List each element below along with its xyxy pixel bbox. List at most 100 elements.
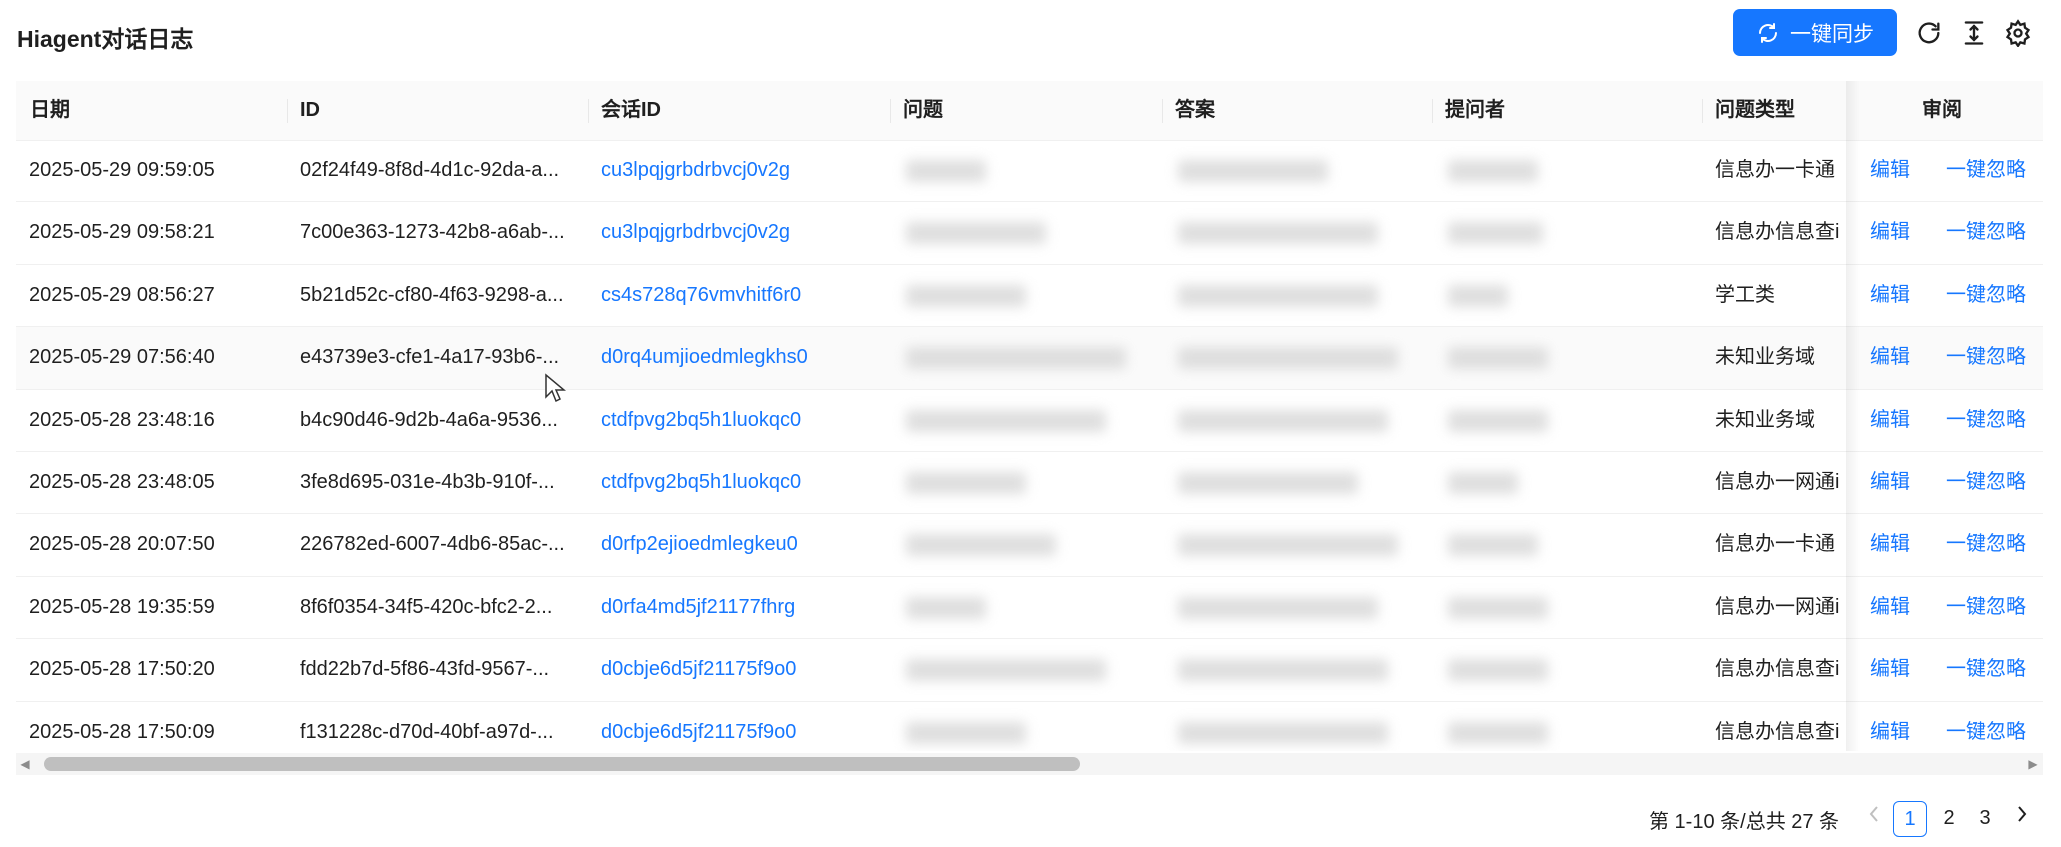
page-button-1[interactable]: 1 xyxy=(1893,801,1927,837)
cell-answer-redacted xyxy=(1178,409,1388,432)
ignore-link[interactable]: 一键忽略 xyxy=(1946,327,2026,388)
cell-answer-redacted xyxy=(1178,347,1398,370)
cell-session-id-link[interactable]: d0rfa4md5jf21177fhrg xyxy=(601,577,881,638)
table-row[interactable]: 2025-05-29 08:56:27 5b21d52c-cf80-4f63-9… xyxy=(16,265,2043,328)
table-row[interactable]: 2025-05-28 19:35:59 8f6f0354-34f5-420c-b… xyxy=(16,577,2043,640)
cell-date: 2025-05-29 07:56:40 xyxy=(29,346,215,369)
cell-asker-redacted xyxy=(1448,222,1543,245)
cell-date: 2025-05-28 20:07:50 xyxy=(29,533,215,556)
cell-question-redacted xyxy=(906,222,1046,245)
table-row[interactable]: 2025-05-29 09:59:05 02f24f49-8f8d-4d1c-9… xyxy=(16,140,2043,203)
cell-session-id-link[interactable]: d0rfp2ejioedmlegkeu0 xyxy=(601,514,881,575)
ignore-link[interactable]: 一键忽略 xyxy=(1946,202,2026,263)
cell-answer-redacted xyxy=(1178,721,1388,744)
edit-link[interactable]: 编辑 xyxy=(1870,202,1910,263)
column-header-date[interactable]: 日期 xyxy=(30,81,70,140)
cell-session-id-link[interactable]: cs4s728q76vmvhitf6r0 xyxy=(601,265,881,326)
cell-session-id-link[interactable]: cu3lpqjgrbdrbvcj0v2g xyxy=(601,140,881,201)
scroll-left-icon[interactable]: ◀ xyxy=(18,756,32,772)
column-header-id[interactable]: ID xyxy=(300,81,320,140)
cell-question-redacted xyxy=(906,160,986,182)
column-header-answer[interactable]: 答案 xyxy=(1175,81,1215,140)
scroll-right-icon[interactable]: ▶ xyxy=(2026,756,2040,772)
pagination-total: 第 1-10 条/总共 27 条 xyxy=(1649,811,1840,833)
cell-question-type: 学工类 xyxy=(1715,283,1775,306)
cell-date: 2025-05-28 23:48:16 xyxy=(29,408,215,431)
cell-answer-redacted xyxy=(1178,160,1328,182)
column-divider xyxy=(1432,99,1433,123)
edit-link[interactable]: 编辑 xyxy=(1870,265,1910,326)
prev-page-button[interactable] xyxy=(1863,801,1885,835)
fixed-column-shadow xyxy=(1846,81,1860,751)
column-header-review: 审阅 xyxy=(1922,99,1962,121)
column-header-asker[interactable]: 提问者 xyxy=(1445,81,1505,140)
column-divider xyxy=(1162,99,1163,123)
ignore-link[interactable]: 一键忽略 xyxy=(1946,390,2026,451)
cell-asker-redacted xyxy=(1448,596,1548,619)
cell-date: 2025-05-28 17:50:20 xyxy=(29,658,215,681)
edit-link[interactable]: 编辑 xyxy=(1870,639,1910,700)
column-divider xyxy=(287,99,288,123)
edit-link[interactable]: 编辑 xyxy=(1870,702,1910,751)
column-header-question-type[interactable]: 问题类型 xyxy=(1715,81,1795,140)
reload-button[interactable] xyxy=(1914,18,1944,48)
cell-id: 226782ed-6007-4db6-85ac-... xyxy=(300,533,565,556)
ignore-link[interactable]: 一键忽略 xyxy=(1946,452,2026,513)
edit-link[interactable]: 编辑 xyxy=(1870,452,1910,513)
table-row[interactable]: 2025-05-28 23:48:16 b4c90d46-9d2b-4a6a-9… xyxy=(16,390,2043,452)
cell-id: 7c00e363-1273-42b8-a6ab-... xyxy=(300,221,565,244)
settings-button[interactable] xyxy=(2003,18,2033,48)
table-header: 日期 ID 会话ID 问题 答案 提问者 问题类型 审阅 xyxy=(16,81,2043,141)
cell-answer-redacted xyxy=(1178,471,1358,494)
ignore-link[interactable]: 一键忽略 xyxy=(1946,577,2026,638)
cell-session-id-link[interactable]: d0cbje6d5jf21175f9o0 xyxy=(601,639,881,700)
cell-question-redacted xyxy=(906,284,1026,307)
cell-answer-redacted xyxy=(1178,284,1378,307)
table-row[interactable]: 2025-05-28 17:50:20 fdd22b7d-5f86-43fd-9… xyxy=(16,639,2043,702)
cell-asker-redacted xyxy=(1448,659,1548,682)
edit-link[interactable]: 编辑 xyxy=(1870,390,1910,451)
cell-id: 02f24f49-8f8d-4d1c-92da-a... xyxy=(300,159,560,181)
table-row[interactable]: 2025-05-28 20:07:50 226782ed-6007-4db6-8… xyxy=(16,514,2043,577)
cell-question-redacted xyxy=(906,471,1026,494)
cell-asker-redacted xyxy=(1448,284,1508,307)
reload-icon xyxy=(1918,22,1940,44)
ignore-link[interactable]: 一键忽略 xyxy=(1946,514,2026,575)
table-row[interactable]: 2025-05-29 09:58:21 7c00e363-1273-42b8-a… xyxy=(16,202,2043,265)
ignore-link[interactable]: 一键忽略 xyxy=(1946,639,2026,700)
cell-id: f131228c-d70d-40bf-a97d-... xyxy=(300,720,554,743)
page-button-2[interactable]: 2 xyxy=(1933,801,1965,835)
density-button[interactable] xyxy=(1959,18,1989,48)
ignore-link[interactable]: 一键忽略 xyxy=(1946,140,2026,201)
cell-asker-redacted xyxy=(1448,721,1548,744)
cell-id: fdd22b7d-5f86-43fd-9567-... xyxy=(300,658,550,681)
scrollbar-thumb[interactable] xyxy=(44,757,1080,771)
cell-answer-redacted xyxy=(1178,534,1398,557)
edit-link[interactable]: 编辑 xyxy=(1870,514,1910,575)
table-row[interactable]: 2025-05-28 17:50:09 f131228c-d70d-40bf-a… xyxy=(16,702,2043,751)
page-button-3[interactable]: 3 xyxy=(1969,801,2001,835)
cell-date: 2025-05-29 08:56:27 xyxy=(29,283,215,306)
cell-session-id-link[interactable]: d0rq4umjioedmlegkhs0 xyxy=(601,327,881,388)
ignore-link[interactable]: 一键忽略 xyxy=(1946,265,2026,326)
table-row[interactable]: 2025-05-28 23:48:05 3fe8d695-031e-4b3b-9… xyxy=(16,452,2043,515)
horizontal-scrollbar[interactable]: ◀ ▶ xyxy=(16,753,2043,775)
edit-link[interactable]: 编辑 xyxy=(1870,577,1910,638)
cell-session-id-link[interactable]: d0cbje6d5jf21175f9o0 xyxy=(601,702,881,751)
ignore-link[interactable]: 一键忽略 xyxy=(1946,702,2026,751)
cell-session-id-link[interactable]: ctdfpvg2bq5h1luokqc0 xyxy=(601,390,881,451)
chevron-right-icon xyxy=(2018,806,2027,822)
column-header-session-id[interactable]: 会话ID xyxy=(601,81,661,140)
table-row[interactable]: 2025-05-29 07:56:40 e43739e3-cfe1-4a17-9… xyxy=(16,327,2043,390)
edit-link[interactable]: 编辑 xyxy=(1870,140,1910,201)
edit-link[interactable]: 编辑 xyxy=(1870,327,1910,388)
cell-session-id-link[interactable]: ctdfpvg2bq5h1luokqc0 xyxy=(601,452,881,513)
sync-button[interactable]: 一键同步 xyxy=(1733,9,1897,56)
next-page-button[interactable] xyxy=(2011,801,2033,835)
cell-session-id-link[interactable]: cu3lpqjgrbdrbvcj0v2g xyxy=(601,202,881,263)
cell-id: b4c90d46-9d2b-4a6a-9536... xyxy=(300,408,558,431)
column-divider xyxy=(588,99,589,123)
sync-icon xyxy=(1759,22,1777,43)
log-table: 日期 ID 会话ID 问题 答案 提问者 问题类型 审阅 2025-05-29 … xyxy=(16,81,2043,751)
column-header-question[interactable]: 问题 xyxy=(903,81,943,140)
